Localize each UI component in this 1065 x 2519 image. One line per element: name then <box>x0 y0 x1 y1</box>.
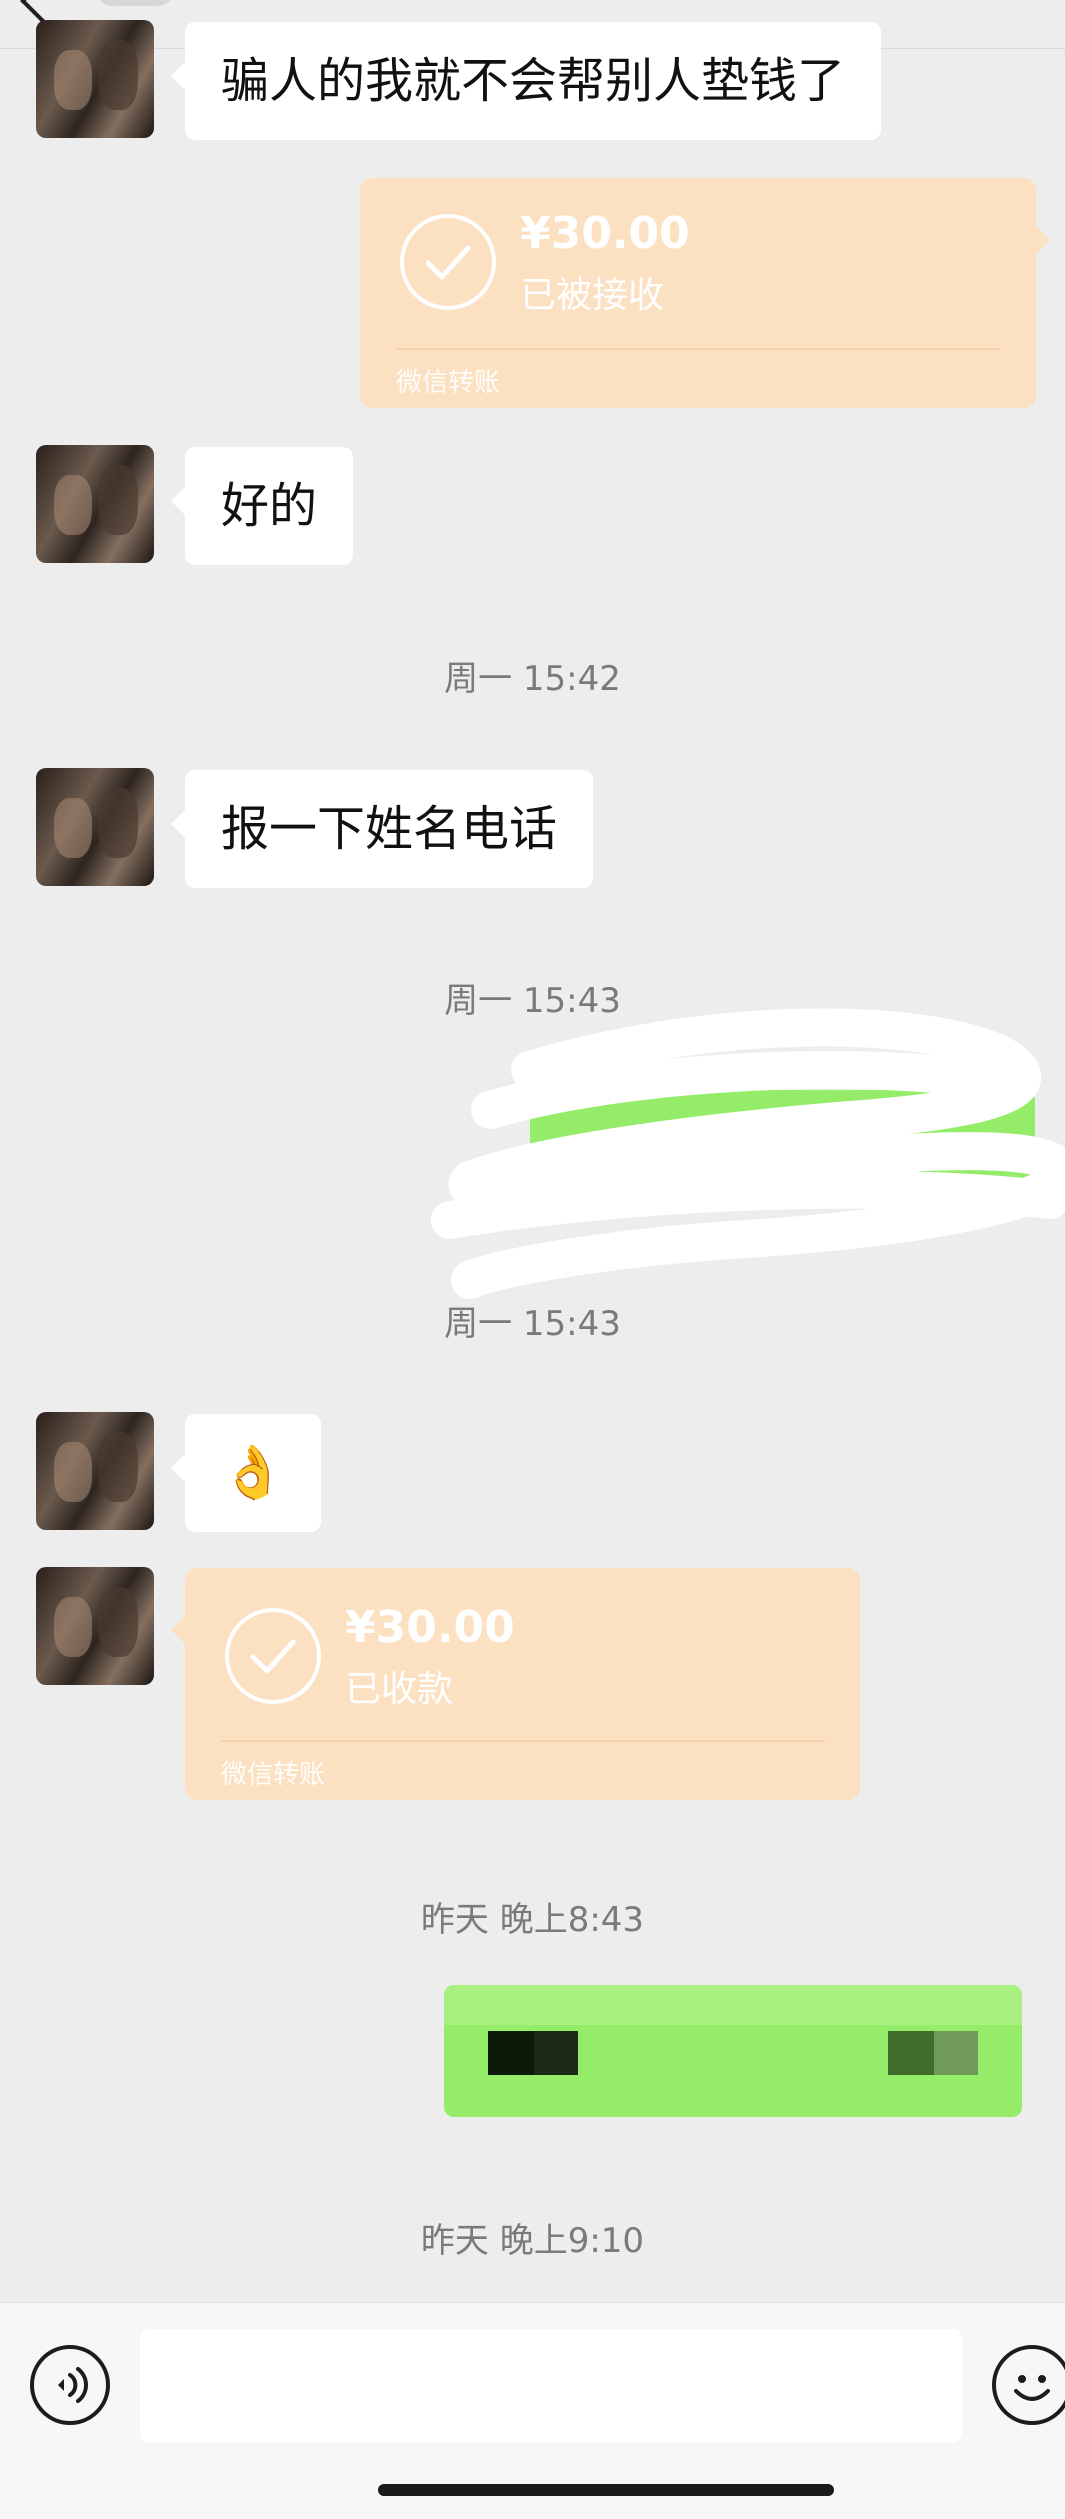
message-input[interactable] <box>140 2329 962 2443</box>
transfer-divider <box>396 348 1000 350</box>
voice-button[interactable] <box>30 2345 110 2425</box>
check-circle-icon <box>400 214 496 310</box>
chat-timestamp: 周一 15:42 <box>444 659 621 699</box>
redaction-scribble <box>431 1008 1065 1299</box>
check-circle-icon <box>225 1608 321 1704</box>
transfer-status: 已被接收 <box>520 275 665 316</box>
transfer-label: 微信转账 <box>396 368 501 398</box>
emoji-icon <box>1014 2375 1050 2401</box>
home-indicator <box>378 2484 834 2496</box>
message-text: 骗人的我就不会帮别人垫钱了 <box>221 53 846 109</box>
transfer-amount: ¥30.00 <box>520 208 690 259</box>
incoming-message-bubble[interactable]: 骗人的我就不会帮别人垫钱了 <box>170 22 882 140</box>
emoji-button[interactable] <box>992 2345 1065 2425</box>
transfer-label: 微信转账 <box>221 1760 326 1790</box>
chat-timestamp: 周一 15:43 <box>444 1304 621 1344</box>
voice-icon <box>58 2367 88 2403</box>
pixelated-block <box>488 2031 534 2075</box>
pixelated-block <box>934 2031 978 2075</box>
contact-avatar[interactable] <box>36 1567 154 1685</box>
ok-hand-emoji: 👌 <box>220 1443 286 1503</box>
transfer-card-incoming[interactable]: ¥30.00 已收款 微信转账 <box>171 1568 860 1800</box>
contact-avatar[interactable] <box>36 445 154 563</box>
incoming-message-bubble[interactable]: 报一下姓名电话 <box>170 770 594 888</box>
pixelated-block <box>534 2031 578 2075</box>
message-text: 好的 <box>221 478 318 534</box>
transfer-card-outgoing[interactable]: ¥30.00 已被接收 微信转账 <box>360 178 1050 408</box>
contact-avatar[interactable] <box>36 768 154 886</box>
transfer-amount: ¥30.00 <box>345 1602 515 1653</box>
pixelated-block <box>888 2031 934 2075</box>
message-text: 报一下姓名电话 <box>221 801 558 857</box>
incoming-message-bubble[interactable]: 好的 <box>170 447 354 565</box>
incoming-emoji-bubble[interactable]: 👌 <box>171 1414 321 1532</box>
contact-avatar[interactable] <box>36 1412 154 1530</box>
transfer-divider <box>221 1740 825 1742</box>
unread-badge <box>95 0 175 6</box>
chat-timestamp: 昨天 晚上8:43 <box>420 1900 645 1940</box>
transfer-status: 已收款 <box>345 1669 454 1710</box>
chat-timestamp: 昨天 晚上9:10 <box>420 2221 645 2261</box>
contact-avatar[interactable] <box>36 20 154 138</box>
pixelated-strip <box>444 1985 1022 2025</box>
outgoing-message-bubble-pixelated[interactable] <box>444 1985 1022 2117</box>
